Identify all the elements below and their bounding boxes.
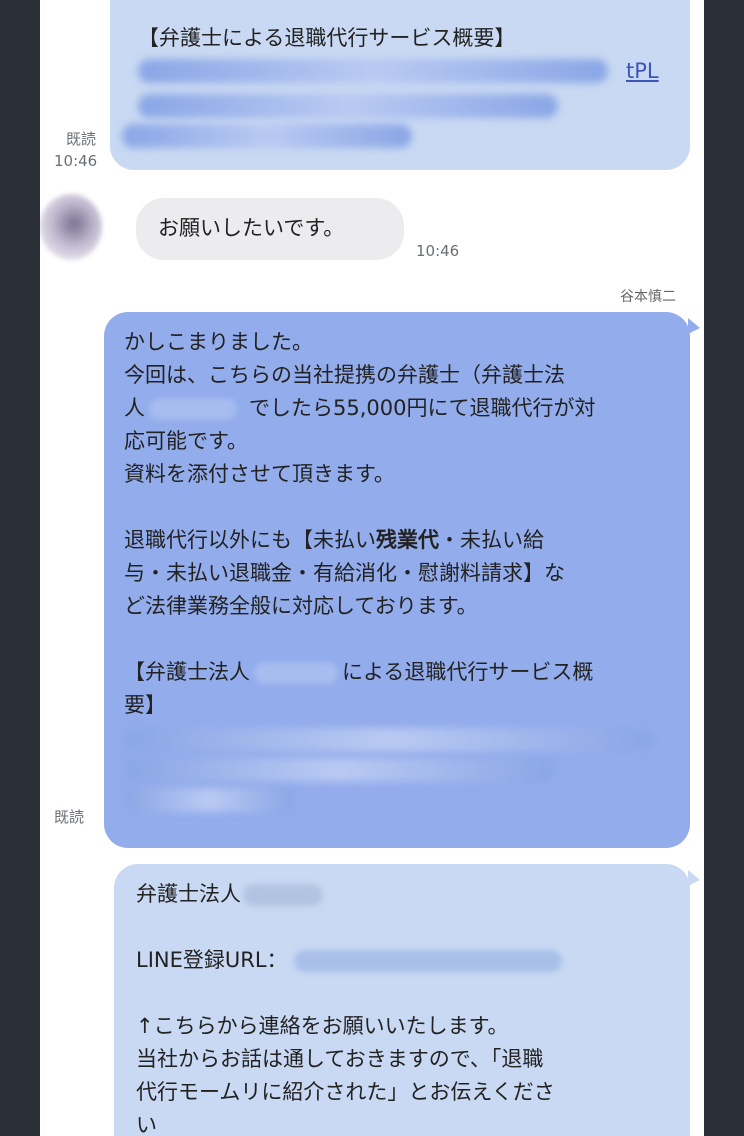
read-receipt: 既読 — [54, 808, 85, 826]
bold-text: 残業代 — [376, 528, 439, 552]
message-timestamp: 10:46 — [54, 152, 98, 170]
message-bubble-incoming[interactable]: お願いしたいです。 — [136, 198, 404, 260]
message-text: ↑こちらから連絡をお願いいたします。 — [136, 1014, 509, 1038]
message-bubble-reply[interactable]: かしこまりました。 今回は、こちらの当社提携の弁護士（弁護士法 人 でしたら55,… — [104, 312, 690, 848]
message-text: 当社からお話は通しておきますので、「退職 — [136, 1047, 544, 1071]
message-bubble-service-summary[interactable]: 【弁護士による退職代行サービス概要】 tPL — [110, 0, 690, 170]
message-text: 【弁護士法人 による退職代行サービス概 — [124, 656, 690, 689]
text-segment: 退職代行以外にも【未払い — [124, 528, 376, 552]
message-text: 弁護士法人 — [136, 878, 690, 911]
blurred-link[interactable] — [124, 788, 294, 812]
message-text: 人 でしたら55,000円にて退職代行が対 — [124, 392, 690, 425]
message-text: かしこまりました。 — [124, 330, 313, 354]
text-segment: 【弁護士法人 — [124, 660, 250, 684]
chat-view[interactable]: 【弁護士による退職代行サービス概要】 tPL 既読 10:46 お願いしたいです… — [40, 0, 704, 1136]
sender-name: 谷本慎二 — [620, 289, 676, 305]
redacted-link[interactable] — [293, 950, 562, 972]
message-bubble-line-info[interactable]: 弁護士法人 LINE登録URL： ↑こちらから連絡をお願いいたします。 当社から… — [114, 864, 690, 1136]
read-receipt: 既読 — [66, 130, 97, 148]
message-text: 【弁護士による退職代行サービス概要】 — [138, 26, 516, 50]
text-segment: 人 — [124, 396, 145, 420]
text-segment: ・未払い給 — [439, 528, 544, 552]
message-text: 要】 — [124, 693, 166, 717]
message-text: 退職代行以外にも【未払い残業代・未払い給 — [124, 524, 690, 557]
redacted-text — [243, 884, 323, 906]
message-text: 資料を添付させて頂きます。 — [124, 462, 395, 486]
message-text: LINE登録URL： — [136, 944, 690, 977]
bubble-tail — [688, 318, 700, 334]
blurred-link — [138, 59, 608, 83]
blurred-link[interactable] — [124, 728, 654, 752]
link-text[interactable]: tPL — [626, 55, 659, 88]
message-text: い — [136, 1113, 157, 1136]
message-text: 今回は、こちらの当社提携の弁護士（弁護士法 — [124, 363, 565, 387]
blurred-link — [138, 94, 558, 118]
message-timestamp: 10:46 — [416, 242, 460, 260]
text-segment: LINE登録URL： — [136, 948, 288, 972]
redacted-text — [149, 398, 237, 420]
bubble-tail — [688, 870, 700, 886]
message-text: 応可能です。 — [124, 429, 248, 453]
message-text: ど法律業務全般に対応しております。 — [124, 594, 478, 618]
redacted-text — [254, 662, 338, 684]
message-text: お願いしたいです。 — [158, 216, 345, 240]
text-segment: 弁護士法人 — [136, 882, 241, 906]
message-text: 与・未払い退職金・有給消化・慰謝料請求】な — [124, 561, 565, 585]
text-segment: による退職代行サービス概 — [342, 660, 594, 684]
message-text: 代行モームリに紹介された」とお伝えくださ — [136, 1080, 555, 1104]
blurred-link — [122, 124, 412, 148]
message-link[interactable]: tPL — [138, 55, 666, 88]
text-segment: でしたら55,000円にて退職代行が対 — [249, 396, 596, 420]
blurred-link[interactable] — [124, 758, 554, 782]
avatar[interactable] — [40, 194, 102, 260]
